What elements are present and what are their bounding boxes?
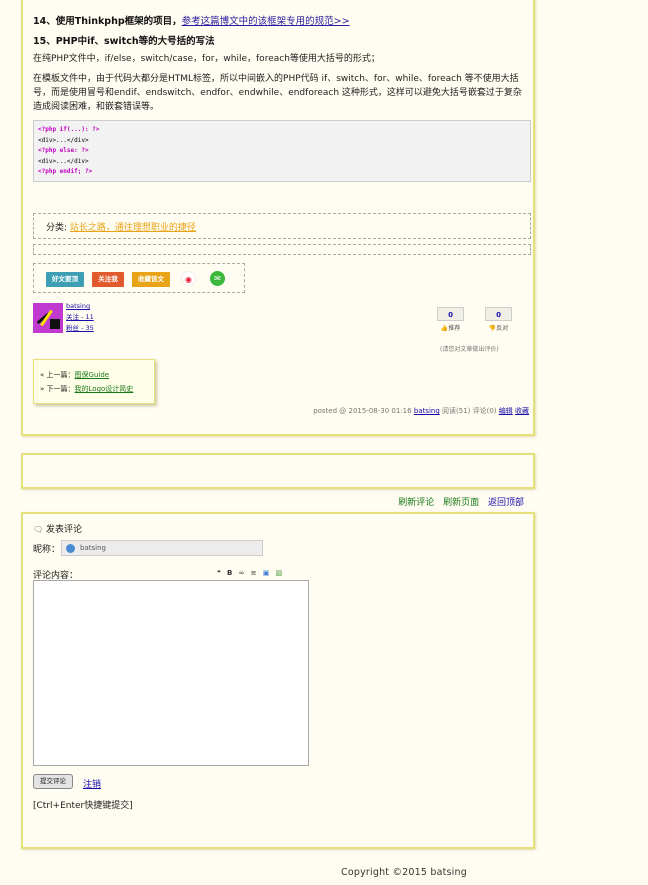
comment-textarea[interactable] [33,580,309,766]
author-fans-link[interactable]: 粉丝 - 35 [66,324,94,332]
code-icon[interactable]: ≡ [251,569,257,577]
digg-count: 0 [437,307,464,321]
comment-title-text: 发表评论 [46,525,83,535]
follow-button[interactable]: 关注我 [92,272,124,287]
heading-14-text: 14、使用Thinkphp框架的项目， [33,16,182,27]
recommend-button[interactable]: 好文要顶 [46,272,84,287]
code-line-3: <?php else: ?> [38,147,89,154]
share-box: 好文要顶 关注我 收藏该文 ◉ ✉ [33,263,245,293]
comment-list-panel [21,453,535,489]
refresh-page-link[interactable]: 刷新页面 [443,498,479,508]
refresh-comments-link[interactable]: 刷新评论 [398,498,434,508]
code-line-2: <div>...</div> [38,136,89,144]
author-info: batsing 关注 - 11 粉丝 - 35 [66,301,94,334]
nick-label: 昵称： [33,545,61,555]
paragraph-1: 在纯PHP文件中，if/else，switch/case，for，while，f… [33,54,380,64]
author-name-link[interactable]: batsing [66,302,90,310]
post-date: posted @ 2015-08-30 01:16 [313,407,412,415]
bold-icon[interactable]: B [227,569,232,577]
prev-next-box: « 上一篇：图保Guide » 下一篇：我的Logo设计简史 [33,359,155,404]
comment-actions: 刷新评论 刷新页面 返回顶部 [392,495,524,508]
heading-14-link[interactable]: 参考这篇博文中的该框架专用的规范>> [182,16,350,27]
code-line-4: <div>...</div> [38,157,89,165]
wechat-icon[interactable]: ✉ [210,271,225,286]
code-block: <?php if(...): ?> <div>...</div> <?php e… [33,120,531,182]
next-post-link[interactable]: 我的Logo设计简史 [75,385,134,393]
editor-toolbar: ❝ B ∞ ≡ ▣ ▧ [217,569,286,577]
digg-button[interactable]: 0 👍推荐 [437,307,464,335]
vote-note: (请您对文章做出评价) [440,346,499,353]
submit-comment-button[interactable]: 提交评论 [33,774,73,789]
favorite-button[interactable]: 收藏该文 [132,272,170,287]
post-panel: 14、使用Thinkphp框架的项目，参考这篇博文中的该框架专用的规范>> 15… [21,0,535,436]
category-link[interactable]: 站长之路，通往理想职业的捷径 [70,223,196,233]
comment-form-panel: 🗨 发表评论 昵称： batsing 评论内容： ❝ B ∞ ≡ ▣ ▧ 提交评… [21,512,535,849]
prev-post-link[interactable]: 图保Guide [75,371,110,379]
paragraph-2: 在模板文件中，由于代码大都分是HTML标签，所以中间嵌入的PHP代码 if、sw… [33,74,522,112]
post-stats: 阅读(51) 评论(0) [442,407,497,415]
weibo-icon[interactable]: ◉ [181,271,196,286]
nick-field[interactable]: batsing [61,540,263,556]
link-icon[interactable]: ∞ [239,569,245,577]
category-box: 分类: 站长之路，通往理想职业的捷径 [33,213,531,239]
edit-link[interactable]: 编辑 [499,407,513,415]
digg-label: 推荐 [448,325,461,332]
heading-14: 14、使用Thinkphp框架的项目，参考这篇博文中的该框架专用的规范>> [33,13,350,27]
comment-bubble-icon: 🗨 [33,525,44,534]
code-line-1: <?php if(...): ?> [38,126,100,133]
logout-link[interactable]: 注销 [83,777,101,790]
bury-count: 0 [485,307,512,321]
category-label: 分类: [46,223,68,233]
post-info: posted @ 2015-08-30 01:16 batsing 阅读(51)… [313,406,529,416]
back-to-top-link[interactable]: 返回顶部 [488,498,524,508]
submit-hint: [Ctrl+Enter快捷键提交] [33,801,133,811]
next-label: » 下一篇： [40,385,75,393]
favorite-link[interactable]: 收藏 [515,407,529,415]
author-follow-link[interactable]: 关注 - 11 [66,313,94,321]
copyright: Copyright ©2015 batsing [341,867,467,878]
prev-label: « 上一篇： [40,371,75,379]
comment-form-title: 🗨 发表评论 [33,522,82,535]
image-icon[interactable]: ▧ [276,569,283,577]
nick-value: batsing [80,544,106,552]
avatar[interactable] [33,303,63,333]
bury-button[interactable]: 0 👎反对 [485,307,512,335]
bury-label: 反对 [496,325,509,332]
code-line-5: <?php endif; ?> [38,168,93,175]
tag-box [33,244,531,255]
user-icon [66,544,75,553]
quote-icon[interactable]: ❝ [217,569,221,577]
emoticon-icon[interactable]: ▣ [263,569,270,577]
post-author-link[interactable]: batsing [414,407,440,415]
heading-15: 15、PHP中if、switch等的大号括的写法 [33,36,215,47]
